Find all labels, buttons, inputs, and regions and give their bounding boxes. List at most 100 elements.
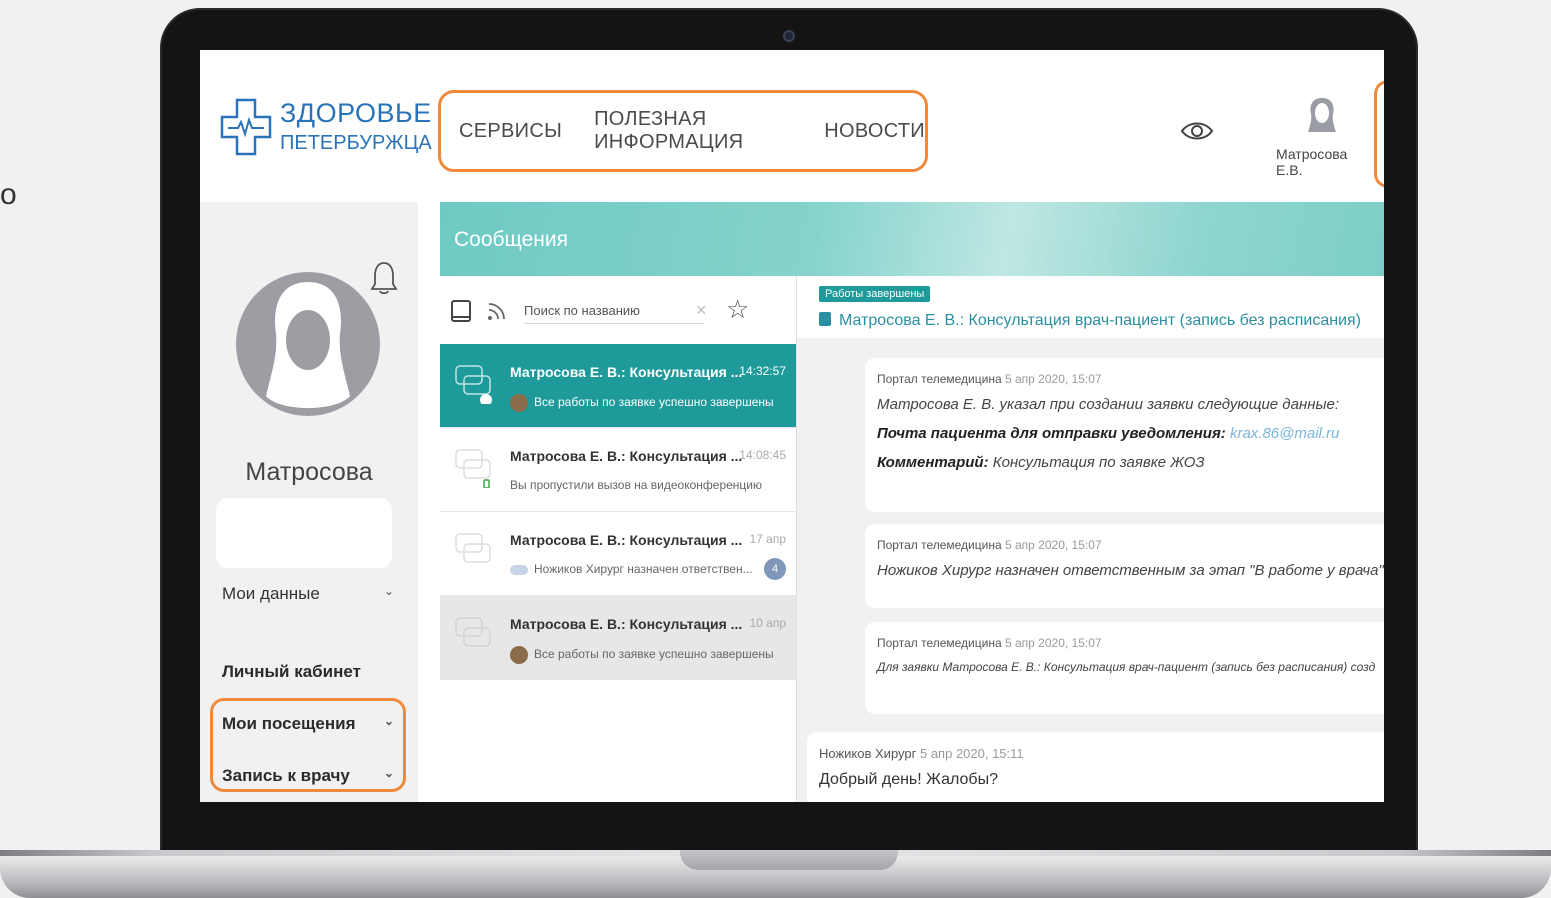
message-text: Матросова Е. В. указал при создании заяв… [877,396,1339,413]
conversation-item[interactable]: Матросова Е. В.: Консультация ... 14:32:… [440,344,796,428]
user-highlight [1374,80,1384,188]
conversation-title: Матросова Е. В.: Консультация ... [510,532,743,548]
chat-title-text: Матросова Е. В.: Консультация врач-пацие… [839,312,1361,329]
nav-services[interactable]: СЕРВИСЫ [459,120,562,143]
messages-toolbar: × ☆ [440,276,796,344]
chat-bubble-icon [455,533,491,563]
conversation-time: 10 апр [749,616,786,630]
preview-text: Все работы по заявке успешно завершены [534,395,774,410]
user-menu[interactable]: Матросова Е.В. [1272,96,1376,178]
message-bubble: Портал телемедицина 5 апр 2020, 15:07 Дл… [865,622,1384,714]
chat-view: Работы завершены Матросова Е. В.: Консул… [796,276,1384,802]
message-meta: Портал телемедицина 5 апр 2020, 15:07 [877,538,1384,552]
page-title: Сообщения [454,228,568,251]
user-name: Матросова Е.В. [1276,146,1348,178]
message-text: Комментарий: Консультация по заявке ЖОЗ [877,454,1384,471]
sidebar-item-cabinet[interactable]: Личный кабинет [222,662,394,682]
main-nav: СЕРВИСЫ ПОЛЕЗНАЯ ИНФОРМАЦИЯ НОВОСТИ [438,90,928,172]
chat-bubble-icon [455,365,492,404]
conversation-time: 14:08:45 [739,448,786,462]
clear-search-icon[interactable]: × [696,300,707,321]
logo-cross-icon [220,98,272,156]
message-bubble: Портал телемедицина 5 апр 2020, 15:07 Но… [865,524,1384,608]
conversation-title: Матросова Е. В.: Консультация ... [510,448,743,464]
message-author: Ножиков Хирург [819,746,917,761]
message-text: Ножиков Хирург назначен ответственным за… [877,562,1384,579]
conversation-title: Матросова Е. В.: Консультация ... [510,364,743,380]
preview-text: Все работы по заявке успешно завершены [534,647,774,662]
message-text: Для заявки Матросова Е. В.: Консультация… [877,660,1376,674]
sender-avatar [510,646,528,664]
chat-bubble-icon [455,449,491,488]
messages-panel: Сообщения × ☆ Матрос [440,202,1384,802]
conversation-time: 17 апр [749,532,786,546]
message-author: Портал телемедицина [877,538,1002,552]
sidebar-item-label: Запись к врачу [222,766,350,785]
message-meta: Портал телемедицина 5 апр 2020, 15:07 [877,372,1384,386]
conversation-title: Матросова Е. В.: Консультация ... [510,616,743,632]
conversation-item[interactable]: Матросова Е. В.: Консультация ... 17 апр… [440,512,796,596]
message-author: Портал телемедицина [877,636,1002,650]
star-icon[interactable]: ☆ [726,294,749,325]
screen: ЗДОРОВЬЕ ПЕТЕРБУРЖЦА СЕРВИСЫ ПОЛЕЗНАЯ ИН… [200,50,1384,802]
eye-icon[interactable] [1180,120,1214,142]
profile-name: Матросова [245,458,373,486]
conversation-preview: Вы пропустили вызов на видеоконференцию [510,478,763,492]
unread-badge: 4 [764,558,786,580]
document-icon [819,312,831,326]
chat-title[interactable]: Матросова Е. В.: Консультация врач-пацие… [819,312,1361,330]
tablet-icon[interactable] [450,300,472,322]
search-input[interactable] [524,298,704,324]
chevron-down-icon: ⌄ [383,584,394,598]
edge-text: о [0,178,17,211]
camera [783,30,795,42]
chat-header: Работы завершены Матросова Е. В.: Консул… [797,276,1384,338]
conversation-item[interactable]: Матросова Е. В.: Консультация ... 10 апр… [440,596,796,680]
rss-icon[interactable] [486,300,508,322]
email-link[interactable]: krax.86@mail.ru [1230,425,1339,442]
logo[interactable]: ЗДОРОВЬЕ ПЕТЕРБУРЖЦА [220,94,432,164]
profile-info-box [216,498,392,568]
email-label: Почта пациента для отправки уведомления: [877,425,1226,442]
conversation-preview: Ножиков Хирург назначен ответствен... [510,562,753,576]
chevron-down-icon: ⌄ [383,714,394,728]
comment-label: Комментарий: [877,454,989,471]
message-bubble: Портал телемедицина 5 апр 2020, 15:07 Ма… [865,358,1384,512]
user-icon [1308,98,1336,132]
chat-bubble-icon [455,617,491,647]
chevron-down-icon: ⌄ [383,766,394,780]
sender-avatar [510,394,528,412]
message-date: 5 апр 2020, 15:07 [1004,372,1102,386]
message-meta: Ножиков Хирург 5 апр 2020, 15:11 [819,746,1384,761]
message-author: Портал телемедицина [877,372,1002,386]
nav-useful-info[interactable]: ПОЛЕЗНАЯ ИНФОРМАЦИЯ [594,108,792,154]
sidebar-item-appointment[interactable]: Запись к врачу ⌄ [222,766,394,786]
conversation-preview: Все работы по заявке успешно завершены [510,394,774,412]
preview-text: Ножиков Хирург назначен ответствен... [534,562,753,576]
bell-icon[interactable] [370,260,398,296]
logo-subtitle: ПЕТЕРБУРЖЦА [280,132,432,154]
message-date: 5 апр 2020, 15:07 [1004,636,1102,650]
comment-text: Консультация по заявке ЖОЗ [992,454,1205,471]
sender-avatar [510,564,528,575]
message-text: Добрый день! Жалобы? [819,771,998,788]
sidebar-item-my-data[interactable]: Мои данные ⌄ [222,584,394,604]
nav-news[interactable]: НОВОСТИ [824,120,925,143]
logo-title: ЗДОРОВЬЕ [280,98,432,128]
message-date: 5 апр 2020, 15:11 [919,746,1024,761]
message-date: 5 апр 2020, 15:07 [1004,538,1102,552]
message-meta: Портал телемедицина 5 апр 2020, 15:07 [877,636,1384,650]
sidebar-item-label: Личный кабинет [222,662,361,681]
conversation-preview: Все работы по заявке успешно завершены [510,646,774,664]
sidebar-item-visits[interactable]: Мои посещения ⌄ [222,714,394,734]
sidebar-item-label: Мои посещения [222,714,356,733]
avatar [236,272,380,416]
status-badge: Работы завершены [819,286,931,302]
messages-banner: Сообщения [440,202,1384,276]
laptop-notch [680,850,898,870]
sidebar-item-label: Мои данные [222,584,320,603]
conversation-list: Матросова Е. В.: Консультация ... 14:32:… [440,344,796,802]
top-bar: ЗДОРОВЬЕ ПЕТЕРБУРЖЦА СЕРВИСЫ ПОЛЕЗНАЯ ИН… [200,50,1384,202]
sidebar: Матросова Мои данные ⌄ Личный кабинет Мо… [200,202,418,802]
conversation-item[interactable]: Матросова Е. В.: Консультация ... 14:08:… [440,428,796,512]
